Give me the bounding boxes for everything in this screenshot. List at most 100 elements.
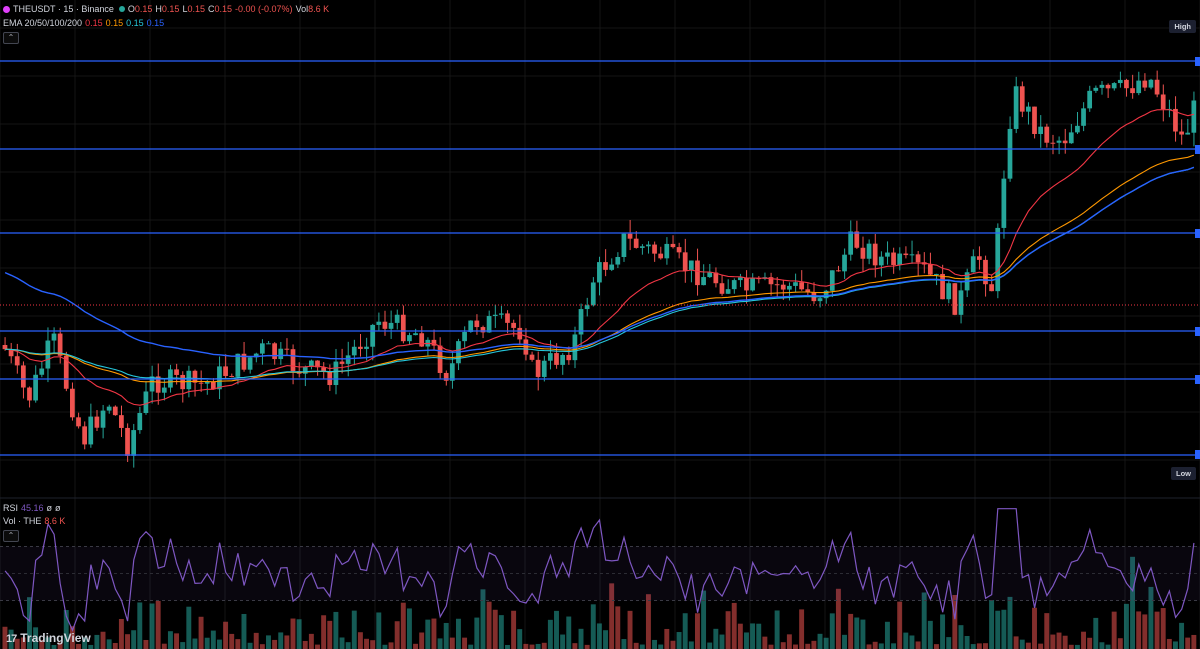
symbol-title[interactable]: THEUSDT · 15 · Binance — [13, 4, 114, 14]
candle-body — [143, 391, 149, 413]
tradingview-logo[interactable]: 17 TradingView — [6, 631, 91, 645]
volume-bar — [964, 636, 970, 649]
volume-legend[interactable]: Vol · THE 8.6 K — [3, 516, 68, 527]
candle-body — [952, 283, 958, 315]
candle-body — [505, 313, 510, 323]
volume-bar — [223, 621, 229, 649]
volume-bar — [118, 618, 124, 649]
candle-body — [731, 280, 737, 290]
volume-bar — [915, 641, 921, 649]
ohlc-change: -0.00 (-0.07%) — [235, 4, 293, 14]
candle-body — [737, 277, 743, 281]
volume-bar — [903, 632, 909, 649]
rsi-legend[interactable]: RSI 45.16 ø ø — [3, 503, 64, 514]
candle-body — [100, 410, 106, 428]
volume-bar — [1074, 644, 1080, 649]
volume-bar — [940, 614, 946, 649]
volume-bar — [511, 610, 517, 649]
volume-value: 8.6 K — [44, 516, 66, 526]
candle-body — [498, 313, 504, 315]
volume-bar — [100, 631, 106, 649]
level-tag[interactable] — [1195, 450, 1200, 459]
collapse-indicator-legend-button[interactable]: ⌃ — [3, 530, 19, 542]
volume-bar — [186, 606, 192, 649]
collapse-legend-button[interactable]: ⌃ — [3, 32, 19, 44]
volume-bar — [652, 639, 658, 649]
volume-bar — [517, 629, 523, 649]
volume-bar — [210, 630, 216, 649]
candle-body — [627, 233, 633, 239]
volume-bar — [486, 601, 492, 649]
candle-body — [186, 370, 192, 390]
chevron-up-icon: ⌃ — [7, 33, 15, 42]
candle-body — [891, 252, 896, 265]
candle-body — [621, 233, 627, 258]
candle-body — [1007, 128, 1013, 179]
level-tag[interactable] — [1195, 229, 1200, 238]
candle-body — [1191, 100, 1197, 133]
level-tag[interactable] — [1195, 57, 1200, 66]
volume-bar — [413, 643, 419, 649]
candle-body — [247, 357, 253, 370]
volume-bar — [682, 613, 688, 649]
candle-body — [235, 353, 241, 377]
volume-bar — [149, 603, 155, 649]
volume-bar — [505, 644, 510, 649]
volume-bar — [793, 644, 798, 649]
volume-bar — [970, 644, 976, 649]
candle-body — [989, 284, 994, 292]
ema-legend[interactable]: EMA 20/50/100/200 0.15 0.15 0.15 0.15 — [3, 18, 167, 29]
volume-bar — [241, 613, 247, 649]
candle-body — [20, 365, 26, 388]
volume-bar — [725, 611, 731, 649]
chart-root[interactable]: THEUSDT · 15 · Binance O0.15 H0.15 L0.15 C0.… — [0, 0, 1200, 649]
candle-body — [210, 381, 216, 390]
volume-bar — [1123, 603, 1129, 649]
candle-body — [670, 243, 676, 248]
candle-body — [885, 252, 890, 257]
volume-label: Vol · THE — [3, 516, 42, 526]
volume-bar — [1001, 609, 1007, 649]
price-chart[interactable] — [0, 0, 1200, 649]
volume-bar — [333, 611, 339, 649]
candle-body — [394, 314, 400, 323]
ohlc-vol-label: Vol — [295, 4, 309, 14]
volume-bar — [1099, 642, 1105, 649]
volume-bar — [750, 623, 756, 649]
candle-body — [903, 253, 909, 256]
candle-body — [866, 243, 872, 259]
volume-bar — [878, 643, 884, 649]
volume-bar — [737, 623, 743, 649]
volume-bar — [596, 623, 602, 649]
volume-bar — [192, 638, 198, 649]
volume-bar — [437, 638, 443, 649]
candle-body — [1154, 79, 1160, 95]
candle-body — [688, 260, 694, 271]
candle-body — [290, 349, 296, 372]
candle-body — [51, 333, 57, 341]
candle-body — [701, 277, 706, 286]
candle-body — [112, 406, 118, 416]
volume-bar — [603, 630, 608, 649]
candle-body — [229, 375, 235, 377]
candle-body — [817, 298, 823, 302]
volume-bar — [394, 621, 400, 649]
candle-body — [707, 272, 713, 278]
volume-bar — [1007, 596, 1013, 649]
volume-bar — [1081, 631, 1086, 649]
candle-body — [1130, 88, 1135, 94]
volume-bar — [535, 643, 541, 649]
ohlc-low: 0.15 — [187, 4, 205, 14]
candle-body — [94, 416, 100, 428]
volume-bar — [161, 643, 167, 649]
candle-body — [351, 346, 357, 356]
candle-body — [413, 333, 418, 336]
candle-body — [774, 284, 780, 286]
candle-body — [339, 361, 345, 364]
level-tag[interactable] — [1195, 145, 1200, 154]
volume-bar — [541, 642, 547, 649]
level-tag[interactable] — [1195, 327, 1200, 336]
candle-body — [259, 343, 265, 354]
level-tag[interactable] — [1195, 375, 1200, 384]
candle-body — [1044, 126, 1050, 143]
